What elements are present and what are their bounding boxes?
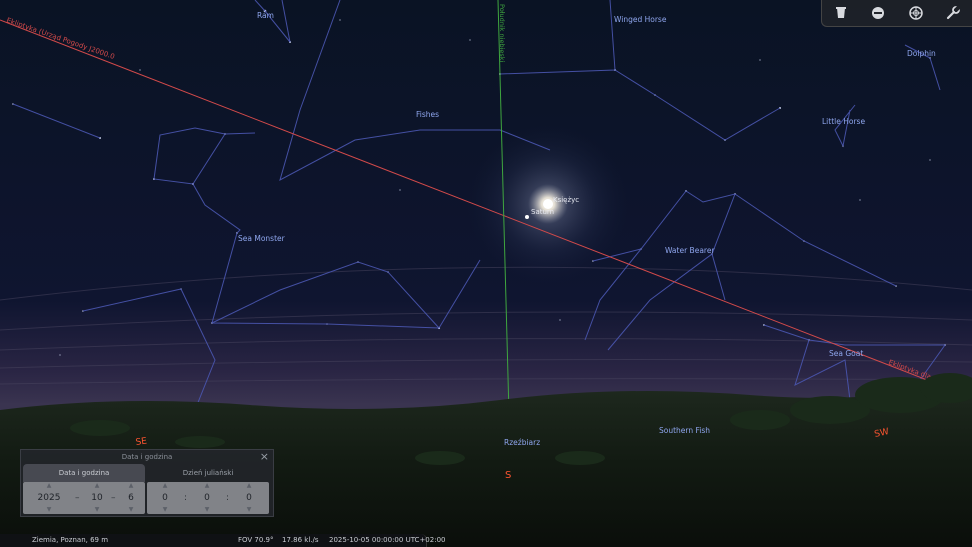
constellation-label-fishes: Fishes: [416, 110, 439, 119]
day-value[interactable]: 6: [121, 490, 141, 506]
hour-spinbox[interactable]: ▲ 0 ▼: [155, 482, 175, 514]
month-down-arrow-icon[interactable]: ▼: [85, 506, 109, 514]
year-down-arrow-icon[interactable]: ▼: [31, 506, 67, 514]
constellation-label-little-horse: Little Horse: [822, 117, 865, 126]
constellation-label-dolphin: Dolphin: [907, 49, 936, 58]
hour-up-arrow-icon[interactable]: ▲: [155, 482, 175, 490]
year-up-arrow-icon[interactable]: ▲: [31, 482, 67, 490]
hour-value[interactable]: 0: [155, 490, 175, 506]
top-toolbar: [821, 0, 972, 27]
constellation-label-ram: Ram: [257, 11, 274, 20]
cardinal-s: S: [505, 470, 511, 481]
minute-spinbox[interactable]: ▲ 0 ▼: [197, 482, 217, 514]
panel-icon[interactable]: [867, 2, 889, 24]
constellation-label-rzezbiarz: Rzeźbiarz: [504, 438, 540, 447]
date-separator: –: [75, 493, 80, 503]
sky-icon[interactable]: [905, 2, 927, 24]
second-spinbox[interactable]: ▲ 0 ▼: [239, 482, 259, 514]
second-up-arrow-icon[interactable]: ▲: [239, 482, 259, 490]
date-separator: –: [111, 493, 116, 503]
constellation-label-winged-horse: Winged Horse: [614, 15, 667, 24]
month-value[interactable]: 10: [85, 490, 109, 506]
minute-down-arrow-icon[interactable]: ▼: [197, 506, 217, 514]
dialog-title: Data i godzina: [121, 453, 173, 461]
day-down-arrow-icon[interactable]: ▼: [121, 506, 141, 514]
month-spinbox[interactable]: ▲ 10 ▼: [85, 482, 109, 514]
date-time-dialog: Data i godzina × Data i godzina Dzień ju…: [20, 449, 274, 517]
month-up-arrow-icon[interactable]: ▲: [85, 482, 109, 490]
time-separator: :: [226, 493, 230, 503]
date-panel: ▲ 2025 ▼ – ▲ 10 ▼ – ▲ 6 ▼: [23, 482, 145, 514]
second-value[interactable]: 0: [239, 490, 259, 506]
minute-up-arrow-icon[interactable]: ▲: [197, 482, 217, 490]
constellation-label-sea-monster: Sea Monster: [238, 234, 286, 243]
status-fps: 17.86 kl./s: [282, 536, 319, 544]
wrench-icon[interactable]: [942, 2, 964, 24]
time-panel: ▲ 0 ▼ : ▲ 0 ▼ : ▲ 0 ▼: [147, 482, 269, 514]
time-separator: :: [184, 493, 188, 503]
saturn-label: Saturn: [531, 208, 554, 216]
moon-label: Księżyc: [553, 196, 579, 204]
hour-down-arrow-icon[interactable]: ▼: [155, 506, 175, 514]
status-datetime[interactable]: 2025-10-05 00:00:00 UTC+02:00: [329, 534, 445, 547]
constellation-label-sea-goat: Sea Goat: [829, 349, 863, 358]
day-up-arrow-icon[interactable]: ▲: [121, 482, 141, 490]
day-spinbox[interactable]: ▲ 6 ▼: [121, 482, 141, 514]
tab-julian-day[interactable]: Dzień juliański: [147, 464, 269, 482]
status-location[interactable]: Ziemia, Poznan, 69 m: [32, 534, 108, 547]
year-spinbox[interactable]: ▲ 2025 ▼: [31, 482, 67, 514]
status-bar: Ziemia, Poznan, 69 m FOV 70.9° 17.86 kl.…: [0, 534, 445, 547]
view-icon[interactable]: [830, 2, 852, 24]
status-fov: FOV 70.9°: [238, 536, 274, 544]
close-icon[interactable]: ×: [260, 450, 269, 464]
second-down-arrow-icon[interactable]: ▼: [239, 506, 259, 514]
cardinal-se: SE: [135, 436, 148, 448]
minute-value[interactable]: 0: [197, 490, 217, 506]
constellation-label-water-bearer: Water Bearer: [665, 246, 715, 255]
meridian-label: Południk niebieski: [498, 4, 506, 63]
year-value[interactable]: 2025: [31, 490, 67, 506]
tab-date-time[interactable]: Data i godzina: [23, 464, 145, 482]
saturn-icon[interactable]: [525, 215, 529, 219]
constellation-label-southern-fish: Southern Fish: [659, 426, 710, 435]
